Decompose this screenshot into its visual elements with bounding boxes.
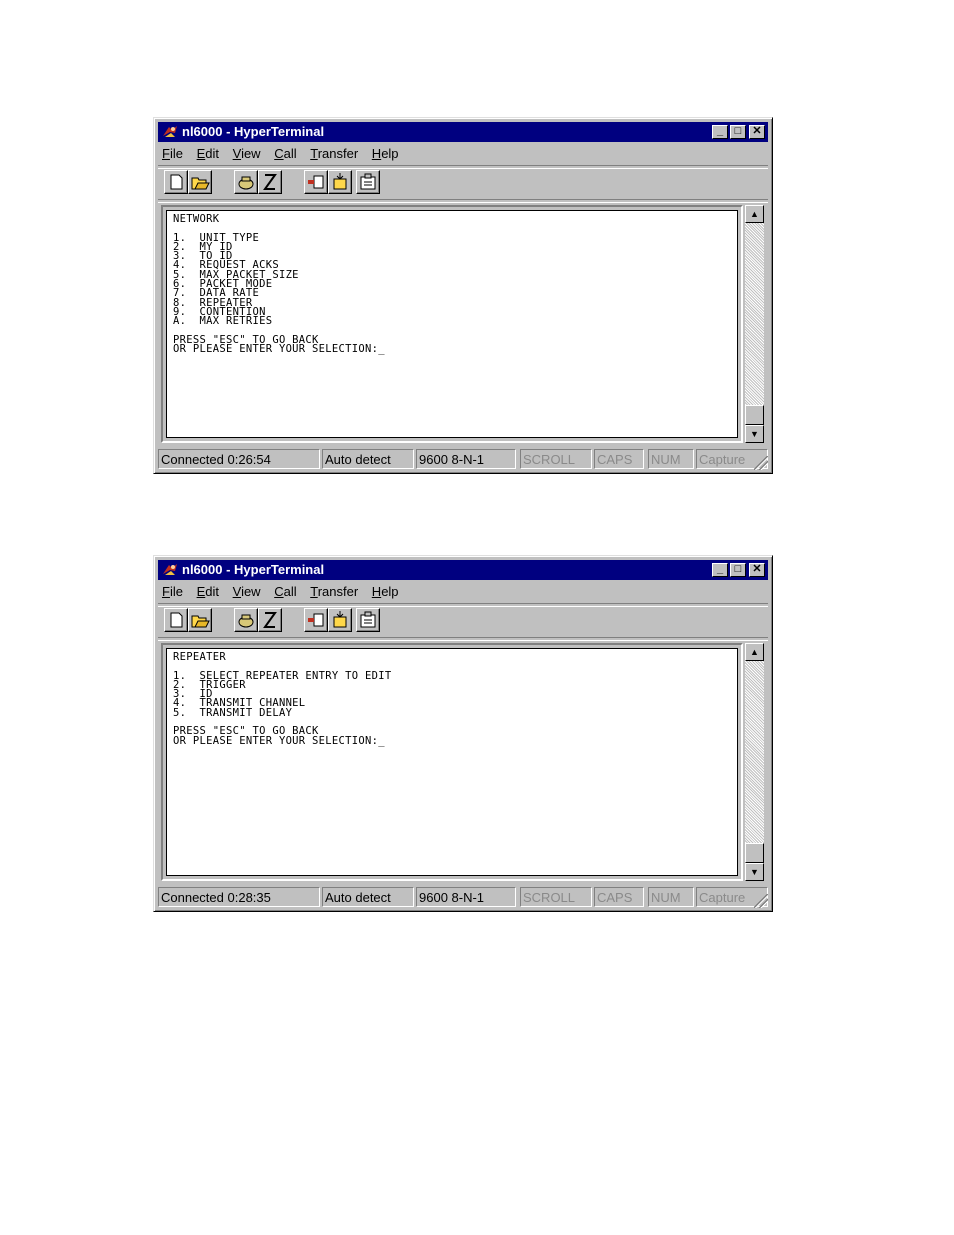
hyperterminal-icon xyxy=(163,126,177,137)
close-icon[interactable]: ✕ xyxy=(749,563,765,577)
hyperterminal-window-network: nl6000 - HyperTerminal _ □ ✕ File Edit V… xyxy=(153,117,773,474)
disconnect-icon[interactable] xyxy=(258,170,282,194)
status-num: NUM xyxy=(648,887,694,907)
receive-icon[interactable] xyxy=(328,170,352,194)
vertical-scrollbar[interactable]: ▲ ▼ xyxy=(745,205,764,443)
menu-view[interactable]: View xyxy=(233,144,261,164)
status-settings: 9600 8-N-1 xyxy=(416,887,516,907)
hyperterminal-window-repeater: nl6000 - HyperTerminal _ □ ✕ File Edit V… xyxy=(153,555,773,912)
status-detect: Auto detect xyxy=(322,449,414,469)
minimize-icon[interactable]: _ xyxy=(712,125,728,139)
scroll-down-icon[interactable]: ▼ xyxy=(745,425,764,443)
menu-file[interactable]: File xyxy=(162,582,183,602)
scroll-up-icon[interactable]: ▲ xyxy=(745,643,764,661)
properties-icon[interactable] xyxy=(356,170,380,194)
status-num: NUM xyxy=(648,449,694,469)
properties-icon[interactable] xyxy=(356,608,380,632)
maximize-icon[interactable]: □ xyxy=(730,125,746,139)
status-bar: Connected 0:26:54 Auto detect 9600 8-N-1… xyxy=(158,449,768,470)
connect-icon[interactable] xyxy=(234,170,258,194)
title-bar[interactable]: nl6000 - HyperTerminal _ □ ✕ xyxy=(158,560,768,580)
status-settings: 9600 8-N-1 xyxy=(416,449,516,469)
terminal-text: NETWORK 1. UNIT TYPE 2. MY ID 3. TO ID 4… xyxy=(173,213,385,356)
new-icon[interactable] xyxy=(164,170,188,194)
scroll-down-icon[interactable]: ▼ xyxy=(745,863,764,881)
status-scroll: SCROLL xyxy=(520,887,592,907)
status-caps: CAPS xyxy=(594,887,644,907)
toolbar-separator xyxy=(158,199,768,203)
vertical-scrollbar[interactable]: ▲ ▼ xyxy=(745,643,764,881)
scroll-up-icon[interactable]: ▲ xyxy=(745,205,764,223)
toolbar-separator xyxy=(158,637,768,641)
window-title: nl6000 - HyperTerminal xyxy=(182,124,325,139)
minimize-icon[interactable]: _ xyxy=(712,563,728,577)
menu-transfer[interactable]: Transfer xyxy=(310,582,358,602)
menu-separator xyxy=(158,165,768,169)
status-detect: Auto detect xyxy=(322,887,414,907)
menu-help[interactable]: Help xyxy=(372,582,399,602)
receive-icon[interactable] xyxy=(328,608,352,632)
window-title: nl6000 - HyperTerminal xyxy=(182,562,325,577)
status-caps: CAPS xyxy=(594,449,644,469)
resize-grip[interactable] xyxy=(754,894,768,908)
close-icon[interactable]: ✕ xyxy=(749,125,765,139)
open-icon[interactable] xyxy=(188,170,212,194)
connect-icon[interactable] xyxy=(234,608,258,632)
menu-separator xyxy=(158,603,768,607)
terminal-area[interactable]: REPEATER 1. SELECT REPEATER ENTRY TO EDI… xyxy=(161,643,743,881)
status-connected: Connected 0:26:54 xyxy=(158,449,320,469)
menu-file[interactable]: File xyxy=(162,144,183,164)
menu-bar: File Edit View Call Transfer Help xyxy=(162,144,409,164)
new-icon[interactable] xyxy=(164,608,188,632)
hyperterminal-icon xyxy=(163,564,177,575)
terminal-text: REPEATER 1. SELECT REPEATER ENTRY TO EDI… xyxy=(173,651,392,747)
send-icon[interactable] xyxy=(304,170,328,194)
menu-edit[interactable]: Edit xyxy=(197,582,219,602)
maximize-icon[interactable]: □ xyxy=(730,563,746,577)
send-icon[interactable] xyxy=(304,608,328,632)
scroll-thumb[interactable] xyxy=(745,405,764,425)
menu-help[interactable]: Help xyxy=(372,144,399,164)
status-connected: Connected 0:28:35 xyxy=(158,887,320,907)
menu-view[interactable]: View xyxy=(233,582,261,602)
title-bar[interactable]: nl6000 - HyperTerminal _ □ ✕ xyxy=(158,122,768,142)
status-bar: Connected 0:28:35 Auto detect 9600 8-N-1… xyxy=(158,887,768,908)
terminal-screen[interactable]: NETWORK 1. UNIT TYPE 2. MY ID 3. TO ID 4… xyxy=(166,210,738,438)
terminal-screen[interactable]: REPEATER 1. SELECT REPEATER ENTRY TO EDI… xyxy=(166,648,738,876)
menu-call[interactable]: Call xyxy=(274,144,296,164)
open-icon[interactable] xyxy=(188,608,212,632)
menu-transfer[interactable]: Transfer xyxy=(310,144,358,164)
status-scroll: SCROLL xyxy=(520,449,592,469)
menu-call[interactable]: Call xyxy=(274,582,296,602)
menu-edit[interactable]: Edit xyxy=(197,144,219,164)
menu-bar: File Edit View Call Transfer Help xyxy=(162,582,409,602)
scroll-thumb[interactable] xyxy=(745,843,764,863)
resize-grip[interactable] xyxy=(754,456,768,470)
terminal-area[interactable]: NETWORK 1. UNIT TYPE 2. MY ID 3. TO ID 4… xyxy=(161,205,743,443)
disconnect-icon[interactable] xyxy=(258,608,282,632)
